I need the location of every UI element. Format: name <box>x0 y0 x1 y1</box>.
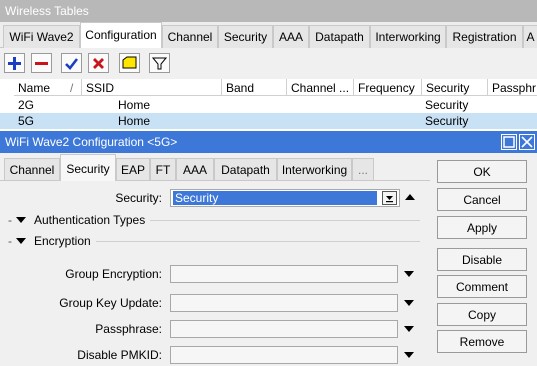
add-button[interactable] <box>4 53 25 73</box>
add-icon <box>8 57 21 70</box>
tab-more[interactable]: ... <box>352 158 374 180</box>
cell-security: Security <box>425 98 469 112</box>
dialog-body: Security: Security - Authentication Type… <box>0 182 430 366</box>
maximize-button[interactable] <box>501 134 517 150</box>
tab-configuration[interactable]: Configuration <box>80 22 162 48</box>
apply-button[interactable]: Apply <box>437 216 527 239</box>
comment-button[interactable] <box>119 53 140 73</box>
table-row[interactable]: 2G Home Security <box>0 97 537 113</box>
close-icon <box>521 136 533 148</box>
maximize-icon <box>503 136 515 148</box>
sort-indicator: / <box>70 81 74 95</box>
disable-x-icon <box>93 58 104 69</box>
group-encryption-label: Group Encryption: <box>65 267 162 281</box>
ok-button[interactable]: OK <box>437 160 527 183</box>
column-label: Name <box>18 81 51 95</box>
group-encryption-field[interactable] <box>170 265 398 283</box>
tab-channel[interactable]: Channel <box>162 25 218 48</box>
comment-button[interactable]: Comment <box>437 275 527 298</box>
security-select[interactable]: Security <box>170 189 400 207</box>
security-label: Security: <box>115 191 162 205</box>
section-title: Encryption <box>34 234 91 248</box>
remove-button[interactable]: Remove <box>437 330 527 353</box>
window-title: Wireless Tables <box>0 0 537 22</box>
cancel-button[interactable]: Cancel <box>437 188 527 211</box>
group-key-update-field[interactable] <box>170 294 398 312</box>
filter-icon <box>152 57 167 70</box>
column-header-channel[interactable]: Channel ... <box>287 79 354 96</box>
cell-ssid: Home <box>118 98 151 112</box>
wireless-table: Name / SSID Band Channel ... Frequency S… <box>0 79 537 131</box>
cell-name: 2G <box>18 98 35 112</box>
collapse-arrow-icon[interactable] <box>405 194 415 200</box>
section-dash: - <box>8 213 12 227</box>
passphrase-field[interactable] <box>170 320 398 338</box>
select-dropdown-button[interactable] <box>382 191 397 205</box>
tab-interworking[interactable]: Interworking <box>277 158 352 180</box>
tab-datapath[interactable]: Datapath <box>309 25 370 48</box>
config-dialog: WiFi Wave2 Configuration <5G> Channel Se… <box>0 131 537 366</box>
security-select-value: Security <box>173 191 377 205</box>
section-divider <box>150 220 420 221</box>
section-divider <box>96 241 420 242</box>
column-header-band[interactable]: Band <box>222 79 287 96</box>
group-key-update-label: Group Key Update: <box>59 296 162 310</box>
column-header-ssid[interactable]: SSID <box>82 79 222 96</box>
enable-button[interactable] <box>61 53 82 73</box>
wireless-tabs: WiFi Wave2 Configuration Channel Securit… <box>0 22 537 48</box>
passphrase-label: Passphrase: <box>95 322 162 336</box>
cell-ssid: Home <box>118 114 151 128</box>
tab-eap[interactable]: EAP <box>116 158 150 180</box>
section-dash: - <box>8 234 12 248</box>
tab-security[interactable]: Security <box>218 25 273 48</box>
expand-triangle-icon <box>16 217 26 223</box>
cell-name: 5G <box>18 114 35 128</box>
dialog-title-bar: WiFi Wave2 Configuration <5G> <box>0 131 537 153</box>
dialog-tabs: Channel Security EAP FT AAA Datapath Int… <box>0 153 430 181</box>
column-header-security[interactable]: Security <box>422 79 488 96</box>
disable-button[interactable] <box>88 53 109 73</box>
tab-more[interactable]: A <box>523 25 537 48</box>
remove-icon <box>35 62 48 65</box>
comment-note-icon <box>122 56 137 69</box>
encryption-section[interactable]: - Encryption <box>8 234 422 248</box>
disable-pmkid-label: Disable PMKID: <box>77 348 162 362</box>
close-button[interactable] <box>519 134 535 150</box>
tab-datapath[interactable]: Datapath <box>214 158 277 180</box>
disable-pmkid-field[interactable] <box>170 346 398 364</box>
tab-registration[interactable]: Registration <box>446 25 523 48</box>
chevron-down-icon <box>386 196 393 203</box>
dialog-title: WiFi Wave2 Configuration <5G> <box>5 135 178 149</box>
disable-button[interactable]: Disable <box>437 248 527 271</box>
tab-channel[interactable]: Channel <box>4 158 60 180</box>
authentication-types-section[interactable]: - Authentication Types <box>8 213 422 227</box>
tab-aaa[interactable]: AAA <box>273 25 309 48</box>
tab-interworking[interactable]: Interworking <box>370 25 446 48</box>
tab-aaa[interactable]: AAA <box>176 158 214 180</box>
chevron-down-icon[interactable] <box>404 271 414 277</box>
filter-button[interactable] <box>149 53 170 73</box>
section-title: Authentication Types <box>34 213 146 227</box>
column-header-passphrase[interactable]: Passphr <box>488 79 537 96</box>
copy-button[interactable]: Copy <box>437 303 527 326</box>
chevron-down-icon[interactable] <box>404 352 414 358</box>
table-row-selected[interactable]: 5G Home Security <box>0 113 537 129</box>
cell-security: Security <box>425 114 469 128</box>
chevron-down-icon[interactable] <box>404 300 414 306</box>
chevron-down-icon[interactable] <box>404 326 414 332</box>
column-header-name[interactable]: Name / <box>14 79 82 96</box>
tab-wifi-wave2[interactable]: WiFi Wave2 <box>3 25 80 48</box>
tab-ft[interactable]: FT <box>150 158 176 180</box>
remove-button[interactable] <box>31 53 52 73</box>
expand-triangle-icon <box>16 238 26 244</box>
toolbar <box>0 48 537 79</box>
column-header-frequency[interactable]: Frequency <box>354 79 422 96</box>
enable-check-icon <box>65 58 79 70</box>
tab-security[interactable]: Security <box>60 154 116 181</box>
